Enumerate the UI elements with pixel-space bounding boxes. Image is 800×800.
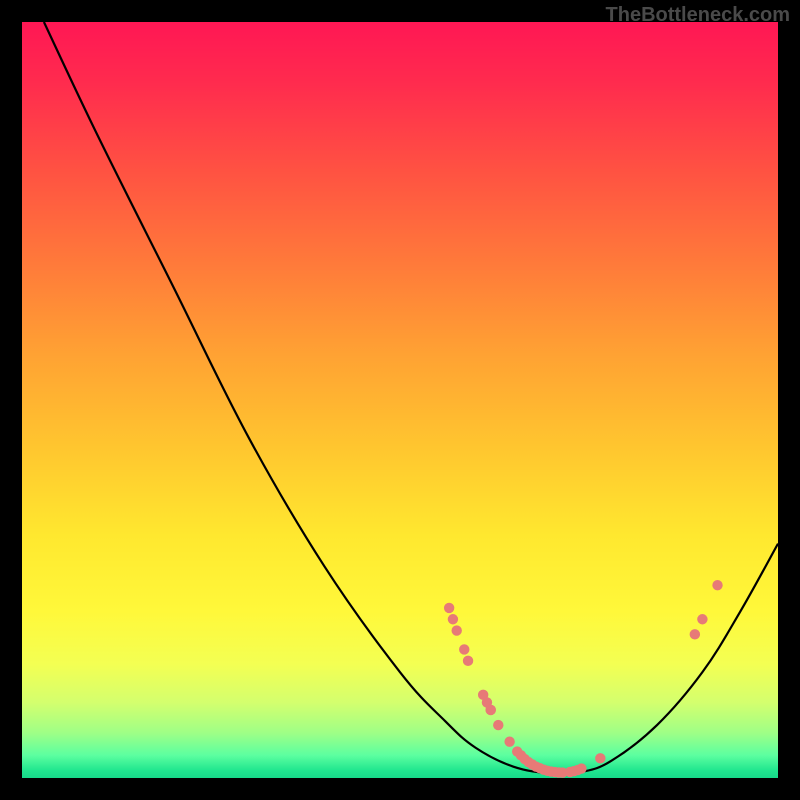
gradient-background (22, 22, 778, 778)
watermark-text: TheBottleneck.com (606, 4, 790, 27)
plot-area (22, 22, 778, 778)
